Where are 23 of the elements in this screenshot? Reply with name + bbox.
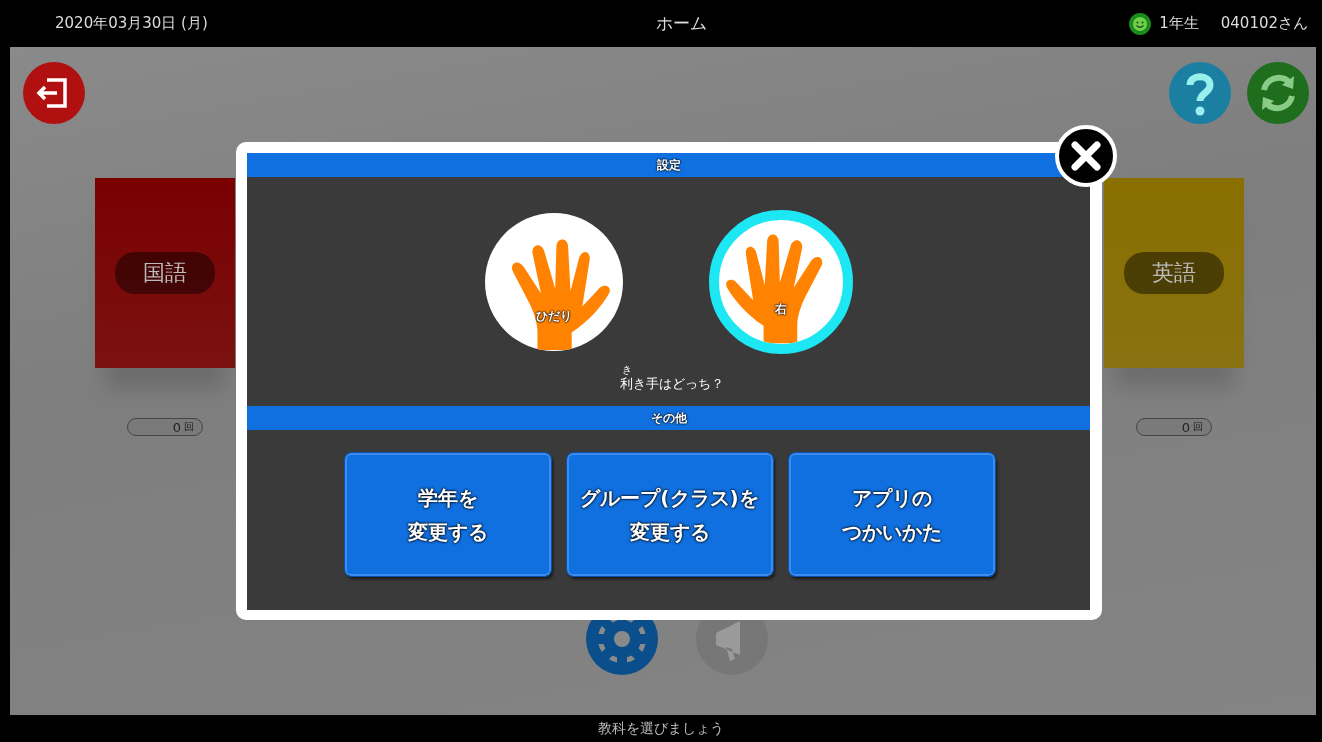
hand-option[interactable]: 右	[708, 209, 853, 354]
subject-card[interactable]: 英語	[1104, 178, 1244, 368]
grade-label: 1年生	[1159, 14, 1199, 33]
close-icon	[1071, 141, 1101, 171]
exit-icon[interactable]	[23, 62, 85, 124]
screen-title: ホーム	[655, 12, 708, 35]
question-text: き 利き手はどっち？	[620, 365, 724, 393]
date-label: 2020年03月30日 (月)	[55, 14, 209, 33]
count-badge: 0 回	[1136, 418, 1212, 436]
user-name: 040102さん	[1220, 14, 1308, 33]
status-text: 教科を選びましょう	[597, 718, 725, 738]
count-badge: 0 回	[127, 418, 203, 436]
menu-button[interactable]: 学年を 変更する	[344, 453, 551, 576]
subject-card[interactable]: 国語	[95, 178, 235, 368]
smiley-icon	[1129, 12, 1152, 35]
menu-button[interactable]: アプリの つかいかた	[788, 453, 995, 576]
refresh-icon[interactable]	[1247, 62, 1309, 124]
hand-option[interactable]: ひだり	[484, 212, 623, 351]
menu-button[interactable]: グループ(クラス)を 変更する	[566, 453, 773, 576]
section-header: その他	[247, 406, 1090, 430]
help-icon[interactable]	[1169, 62, 1231, 124]
subject-label: 英語	[1124, 252, 1224, 294]
subject-label: 国語	[115, 252, 215, 294]
